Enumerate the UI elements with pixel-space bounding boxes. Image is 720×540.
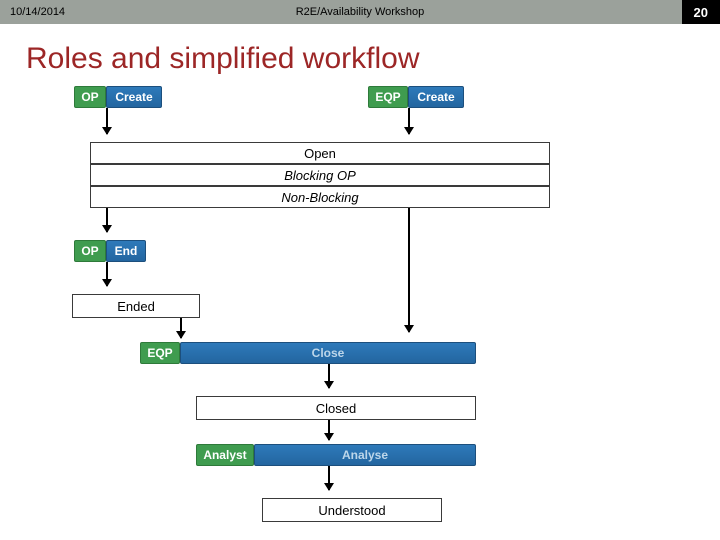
arrow-end-to-ended [106,262,108,286]
arrow-op-create-to-open [106,108,108,134]
arrow-open-to-close [408,208,410,332]
role-op-badge-end: OP [74,240,106,262]
state-open: Open [90,142,550,164]
state-ended: Ended [72,294,200,318]
state-closed: Closed [196,396,476,420]
action-end: End [106,240,146,262]
state-non-blocking: Non-Blocking [90,186,550,208]
arrow-analyse-to-understood [328,466,330,490]
page-title: Roles and simplified workflow [0,24,720,82]
slide-header: 10/14/2014 R2E/Availability Workshop 20 [0,0,720,24]
state-blocking-op: Blocking OP [90,164,550,186]
role-analyst-badge: Analyst [196,444,254,466]
header-course: R2E/Availability Workshop [296,6,425,18]
workflow-diagram: OP Create EQP Create Open Blocking OP No… [0,82,720,540]
action-close: Close [180,342,476,364]
header-slide-number: 20 [682,0,720,24]
header-date: 10/14/2014 [10,6,210,18]
arrow-open-to-end [106,208,108,232]
action-analyse: Analyse [254,444,476,466]
action-create-eqp: Create [408,86,464,108]
state-understood: Understood [262,498,442,522]
role-eqp-badge: EQP [368,86,408,108]
action-create-op: Create [106,86,162,108]
arrow-eqp-create-to-open [408,108,410,134]
role-eqp-badge-close: EQP [140,342,180,364]
arrow-closed-to-analyse [328,420,330,440]
role-op-badge: OP [74,86,106,108]
arrow-ended-down [180,318,182,338]
arrow-close-to-closed [328,364,330,388]
